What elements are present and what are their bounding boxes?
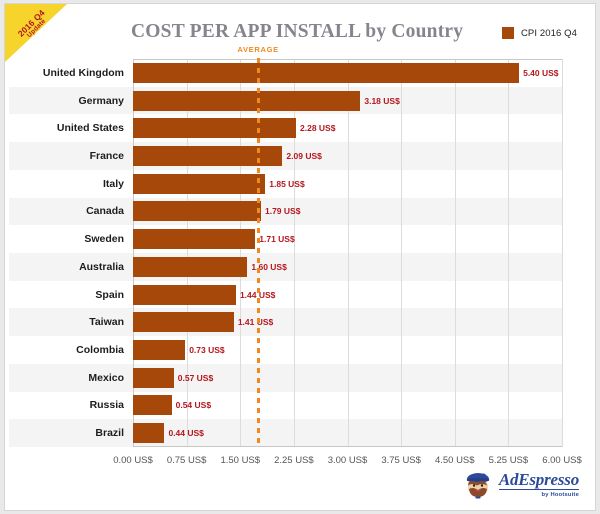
adespresso-logo[interactable]: AdEspresso by Hootsuite — [463, 469, 579, 499]
gridline — [508, 59, 509, 447]
bar[interactable] — [133, 91, 360, 111]
average-line — [257, 58, 260, 448]
x-axis-tick: 5.25 US$ — [489, 455, 529, 466]
bar[interactable] — [133, 340, 185, 360]
value-label: 1.60 US$ — [247, 257, 286, 277]
chart-legend: CPI 2016 Q4 — [502, 27, 577, 39]
gridline — [562, 59, 563, 447]
value-label: 5.40 US$ — [519, 63, 558, 83]
category-label: France — [15, 146, 133, 166]
bar[interactable] — [133, 368, 174, 388]
gridline — [133, 59, 134, 447]
category-label: Russia — [15, 395, 133, 415]
category-label: Sweden — [15, 229, 133, 249]
value-label: 0.54 US$ — [172, 395, 211, 415]
value-label: 2.09 US$ — [282, 146, 321, 166]
bar[interactable] — [133, 395, 172, 415]
legend-swatch-icon — [502, 27, 514, 39]
bar[interactable] — [133, 201, 261, 221]
bar[interactable] — [133, 118, 296, 138]
gridline — [240, 59, 241, 447]
value-label: 0.73 US$ — [185, 340, 224, 360]
value-label: 1.85 US$ — [265, 174, 304, 194]
value-label: 0.57 US$ — [174, 368, 213, 388]
x-axis-tick: 6.00 US$ — [542, 455, 582, 466]
category-label: Germany — [15, 91, 133, 111]
bar[interactable] — [133, 423, 164, 443]
x-axis-tick: 4.50 US$ — [435, 455, 475, 466]
logo-byline: by Hootsuite — [541, 492, 579, 498]
value-label: 3.18 US$ — [360, 91, 399, 111]
page-title: COST PER APP INSTALL by Country — [131, 21, 463, 43]
x-axis-tick: 1.50 US$ — [220, 455, 260, 466]
category-label: United States — [15, 118, 133, 138]
category-label: Brazil — [15, 423, 133, 443]
value-label: 1.41 US$ — [234, 312, 273, 332]
value-label: 0.44 US$ — [164, 423, 203, 443]
bar[interactable] — [133, 285, 236, 305]
x-axis-tick: 3.75 US$ — [381, 455, 421, 466]
bar[interactable] — [133, 174, 265, 194]
gridline — [455, 59, 456, 447]
category-label: Canada — [15, 201, 133, 221]
gridline — [294, 59, 295, 447]
gridline — [348, 59, 349, 447]
bar[interactable] — [133, 312, 234, 332]
category-label: Italy — [15, 174, 133, 194]
bar[interactable] — [133, 257, 247, 277]
x-axis-tick: 0.00 US$ — [113, 455, 153, 466]
x-axis-tick: 0.75 US$ — [167, 455, 207, 466]
logo-wordmark: AdEspresso by Hootsuite — [499, 471, 579, 498]
gridline — [187, 59, 188, 447]
category-label: Mexico — [15, 368, 133, 388]
barista-mascot-icon — [463, 469, 493, 499]
value-label: 1.44 US$ — [236, 285, 275, 305]
value-label: 2.28 US$ — [296, 118, 335, 138]
gridline — [401, 59, 402, 447]
bar[interactable] — [133, 63, 519, 83]
value-label: 1.71 US$ — [255, 229, 294, 249]
category-label: Taiwan — [15, 312, 133, 332]
bar[interactable] — [133, 229, 255, 249]
corner-ribbon: 2016 Q4 Update — [5, 4, 67, 62]
category-label: Australia — [15, 257, 133, 277]
logo-brand: AdEspresso — [499, 471, 579, 490]
plot-area: United Kingdom5.40 US$Germany3.18 US$Uni… — [133, 59, 562, 447]
average-label: AVERAGE — [237, 45, 278, 54]
value-label: 1.79 US$ — [261, 201, 300, 221]
x-axis-tick: 2.25 US$ — [274, 455, 314, 466]
chart-card: 2016 Q4 Update COST PER APP INSTALL by C… — [4, 3, 596, 511]
category-label: Colombia — [15, 340, 133, 360]
category-label: Spain — [15, 285, 133, 305]
category-label: United Kingdom — [15, 63, 133, 83]
legend-label: CPI 2016 Q4 — [521, 28, 577, 39]
x-axis-tick: 3.00 US$ — [328, 455, 368, 466]
